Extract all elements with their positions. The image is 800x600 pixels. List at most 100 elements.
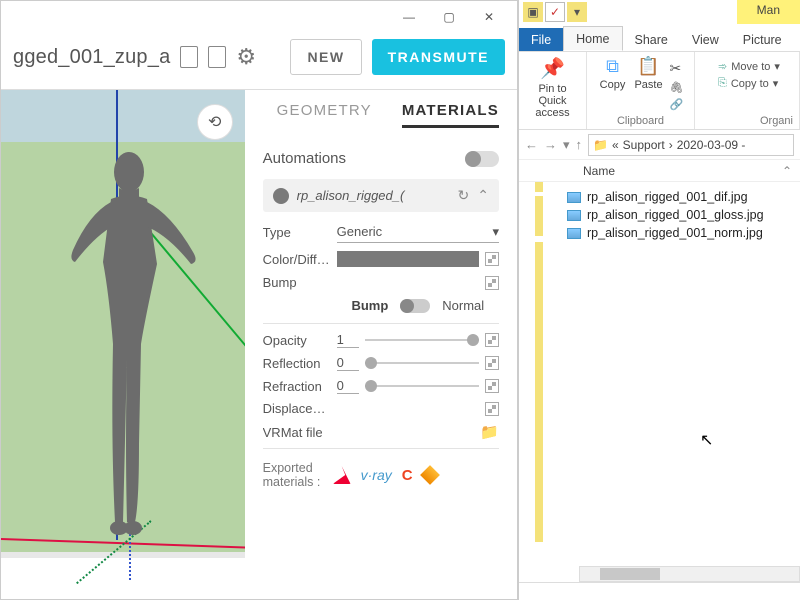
paste-shortcut-button[interactable]: 🔗 [670, 98, 684, 111]
maximize-button[interactable] [429, 3, 469, 31]
copy-icon: ⧉ [606, 56, 619, 77]
file-list: rp_alison_rigged_001_dif.jpg rp_alison_r… [563, 182, 800, 582]
reflection-label: Reflection [263, 356, 331, 371]
displace-label: Displace… [263, 401, 331, 416]
vray-icon[interactable]: v·ray [361, 467, 392, 483]
image-file-icon [567, 192, 581, 203]
copy-to-button[interactable]: ⎘Copy to▾ [718, 77, 780, 90]
import-icon[interactable] [180, 46, 198, 68]
refraction-slider[interactable] [365, 380, 479, 392]
group-organize-label: Organi [760, 115, 793, 129]
type-value: Generic [337, 224, 383, 240]
refraction-label: Refraction [263, 379, 331, 394]
reflection-value[interactable]: 0 [337, 355, 359, 371]
export-icon[interactable] [208, 46, 226, 68]
image-file-icon [567, 210, 581, 221]
close-button[interactable] [469, 3, 509, 31]
exported-label: Exported materials : [263, 461, 323, 489]
nav-history-icon[interactable]: ▾ [563, 137, 570, 153]
tab-view[interactable]: View [680, 28, 731, 51]
tab-share[interactable]: Share [623, 28, 680, 51]
mouse-cursor: ↖ [700, 430, 713, 450]
colordiff-label: Color/Diff… [263, 252, 331, 267]
chevron-up-icon[interactable]: ⌃ [477, 187, 489, 204]
qat-check-icon[interactable]: ✓ [545, 2, 565, 22]
list-item[interactable]: rp_alison_rigged_001_gloss.jpg [563, 206, 800, 224]
normal-option-label: Normal [442, 298, 484, 313]
breadcrumb-seg[interactable]: 2020-03-09 - [677, 138, 746, 152]
pin-quick-access-button[interactable]: 📌 Pin to Quick access [538, 56, 568, 96]
nav-back-button[interactable]: ← [525, 137, 538, 152]
colordiff-swatch[interactable] [337, 251, 479, 267]
scrollbar-thumb[interactable] [600, 568, 660, 580]
list-item[interactable]: rp_alison_rigged_001_dif.jpg [563, 188, 800, 206]
sketchup-icon[interactable] [333, 466, 351, 484]
nav-tree[interactable] [519, 182, 563, 582]
thea-icon[interactable] [420, 465, 440, 485]
context-tab[interactable]: Man [737, 0, 800, 24]
displace-texture-slot[interactable] [485, 402, 499, 416]
reflection-texture-slot[interactable] [485, 356, 499, 370]
tab-geometry[interactable]: GEOMETRY [277, 102, 372, 128]
pin-icon: 📌 [540, 56, 565, 81]
3d-viewport[interactable]: ⟲ [1, 90, 245, 584]
breadcrumb-seg[interactable]: Support [623, 138, 665, 152]
top-bar: gged_001_zup_a ⚙ NEW TRANSMUTE [1, 33, 517, 89]
type-label: Type [263, 225, 331, 240]
move-to-button[interactable]: ➾Move to▾ [718, 60, 780, 73]
refraction-texture-slot[interactable] [485, 379, 499, 393]
paste-icon: 📋 [637, 56, 659, 77]
transmute-button[interactable]: TRANSMUTE [372, 39, 505, 75]
bump-texture-slot[interactable] [485, 276, 499, 290]
tab-file[interactable]: File [519, 28, 563, 51]
automations-label: Automations [263, 150, 457, 167]
refresh-icon[interactable]: ↻ [458, 187, 470, 204]
tab-home[interactable]: Home [563, 26, 622, 51]
file-explorer-window: ▣ ✓ ▾ Man File Home Share View Picture 📌… [518, 0, 800, 600]
qat-dropdown-icon[interactable]: ▾ [567, 2, 587, 22]
material-header[interactable]: rp_alison_rigged_( ↻ ⌃ [263, 179, 499, 212]
copy-path-button[interactable]: 🖇 [670, 81, 684, 94]
opacity-slider[interactable] [365, 334, 479, 346]
corona-icon[interactable]: C [402, 467, 413, 484]
column-name-header[interactable]: Name [583, 164, 615, 178]
automations-toggle[interactable] [465, 151, 499, 167]
qat-folder-icon[interactable]: ▣ [523, 2, 543, 22]
nav-up-button[interactable]: ↑ [576, 137, 583, 152]
tab-materials[interactable]: MATERIALS [402, 102, 499, 128]
address-bar[interactable]: 📁 « Support › 2020-03-09 - [588, 134, 794, 156]
chevron-down-icon: ▾ [774, 60, 780, 73]
file-name: rp_alison_rigged_001_gloss.jpg [587, 208, 764, 222]
colordiff-texture-slot[interactable] [485, 252, 499, 266]
minimize-button[interactable] [389, 3, 429, 31]
horizontal-scrollbar[interactable] [579, 566, 800, 582]
breadcrumb-prev-icon[interactable]: « [612, 138, 619, 152]
cut-button[interactable]: ✂ [670, 60, 684, 77]
chevron-down-icon: ▾ [492, 224, 499, 240]
paste-button[interactable]: 📋Paste [634, 56, 664, 96]
opacity-value[interactable]: 1 [337, 332, 359, 348]
list-item[interactable]: rp_alison_rigged_001_norm.jpg [563, 224, 800, 242]
chevron-down-icon: ▾ [773, 77, 779, 90]
3d-model[interactable] [69, 144, 199, 544]
titlebar [1, 1, 517, 33]
opacity-texture-slot[interactable] [485, 333, 499, 347]
material-name: rp_alison_rigged_( [297, 188, 450, 203]
column-sort-icon[interactable]: ⌃ [782, 164, 792, 178]
orbit-icon[interactable]: ⟲ [197, 104, 233, 140]
bump-normal-toggle[interactable] [400, 299, 430, 313]
move-to-icon: ➾ [718, 60, 727, 73]
nav-forward-button[interactable]: → [544, 137, 557, 152]
left-app-window: gged_001_zup_a ⚙ NEW TRANSMUTE [0, 0, 518, 600]
copy-button[interactable]: ⧉Copy [598, 56, 628, 96]
refraction-value[interactable]: 0 [337, 378, 359, 394]
file-name: rp_alison_rigged_001_norm.jpg [587, 226, 763, 240]
properties-panel: GEOMETRY MATERIALS Automations rp_alison… [245, 90, 517, 584]
reflection-slider[interactable] [365, 357, 479, 369]
vrmat-browse-icon[interactable]: 📁 [480, 423, 499, 441]
breadcrumb-sep: › [669, 138, 673, 152]
settings-icon[interactable]: ⚙ [236, 44, 256, 70]
tab-picture[interactable]: Picture [731, 28, 794, 51]
new-button[interactable]: NEW [290, 39, 361, 75]
type-dropdown[interactable]: Generic ▾ [337, 222, 499, 243]
